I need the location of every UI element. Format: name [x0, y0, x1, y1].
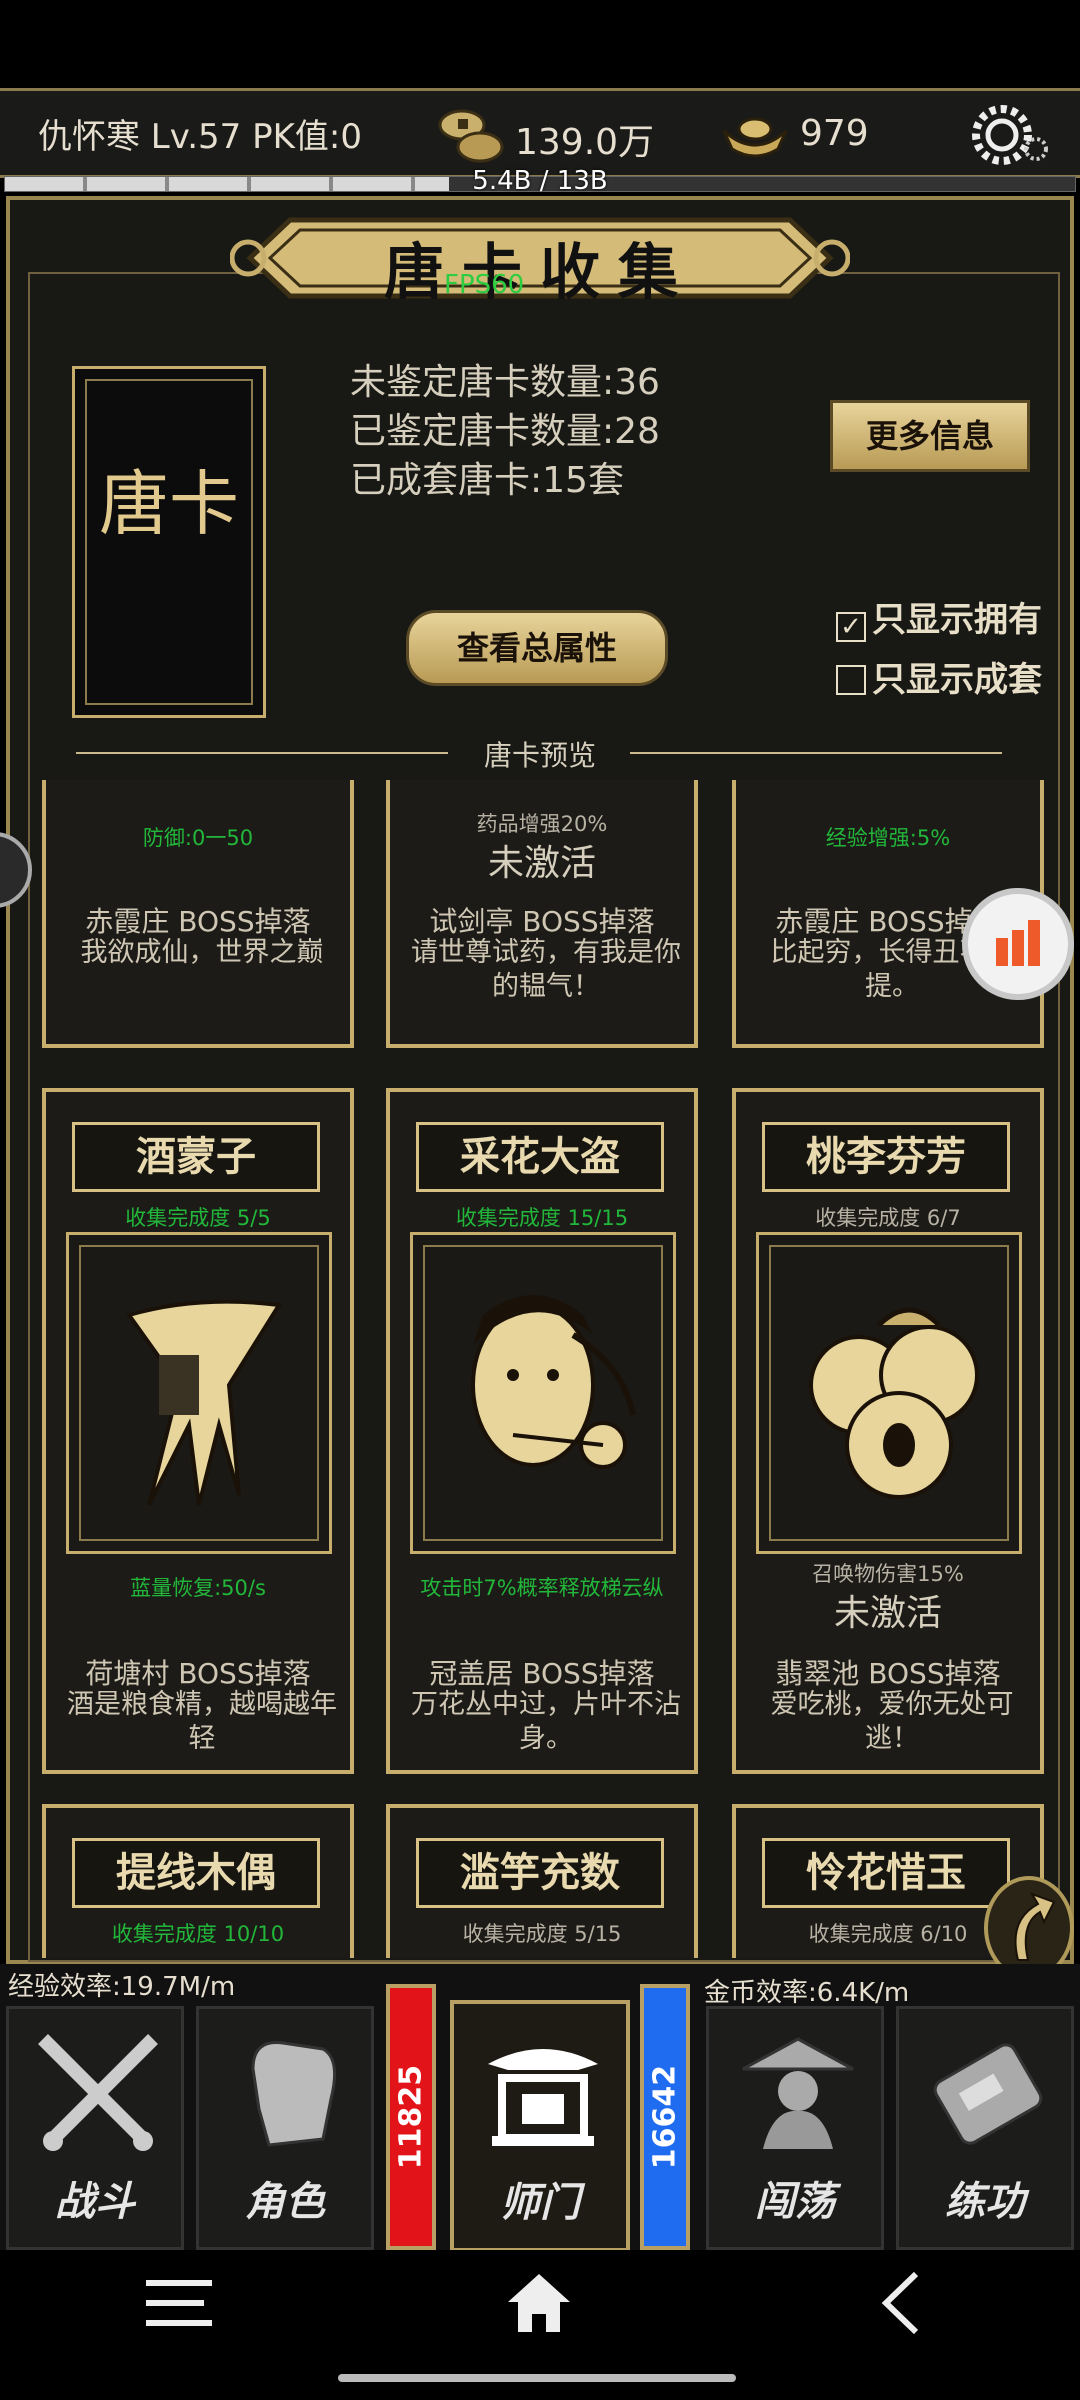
checkbox-checked-icon[interactable]: ✓ [836, 612, 866, 642]
nav-sect[interactable]: 师门 [450, 2000, 630, 2252]
nav-sect-label: 师门 [500, 2179, 580, 2226]
card-source: 荷塘村 BOSS掉落 [85, 1657, 311, 1690]
crossed-swords-icon [38, 2034, 158, 2151]
ingot-amount: 979 [800, 113, 869, 154]
preview-label: 唐卡预览 [483, 739, 596, 772]
coin-amount: 139.0万 [515, 122, 655, 163]
unidentified-count: 未鉴定唐卡数量:36 [350, 362, 660, 403]
hp-value: 11825 [393, 2064, 429, 2170]
card-progress: 收集完成度 10/10 [111, 1922, 285, 1946]
card-desc: 万花丛中过，片叶不沾身。 [411, 1689, 681, 1754]
identified-count: 已鉴定唐卡数量:28 [350, 411, 660, 452]
nav-train[interactable]: 练功 [896, 2006, 1074, 2250]
nav-train-label: 练功 [945, 2178, 1025, 2225]
collection-stats: 未鉴定唐卡数量:36 已鉴定唐卡数量:28 已成套唐卡:15套 [350, 358, 660, 505]
gesture-bar[interactable] [338, 2374, 736, 2382]
nav-roam-label: 闯荡 [755, 2178, 835, 2225]
more-info-button[interactable]: 更多信息 [830, 400, 1030, 472]
nav-role-label: 角色 [245, 2178, 325, 2225]
card-progress: 收集完成度 15/15 [455, 1206, 629, 1230]
filter-only-sets-label: 只显示成套 [872, 660, 1042, 700]
card-effect: 攻击时7%概率释放梯云纵 [420, 1576, 664, 1600]
card-title: 酒蒙子 [72, 1122, 320, 1192]
card-item[interactable]: 提线木偶 收集完成度 10/10 [42, 1804, 354, 1958]
card-desc: 爱吃桃，爱你无处可逃！ [770, 1689, 1014, 1754]
fist-icon [251, 2041, 337, 2147]
page-title: 唐卡收集 [384, 238, 696, 308]
nav-battle[interactable]: 战斗 [6, 2006, 184, 2250]
card-item[interactable]: 桃李芬芳 收集完成度 6/7 召唤物伤害15% 未激活 翡翠池 BOSS掉落 爱… [732, 1088, 1044, 1774]
peaches-art [809, 1307, 979, 1499]
card-item[interactable]: 防御:0一50 赤霞庄 BOSS掉落 我欲成仙，世界之巅 [42, 780, 354, 1048]
card-title: 桃李芬芳 [762, 1122, 1010, 1192]
card-title: 提线木偶 [72, 1838, 320, 1908]
card-art-frame [410, 1232, 676, 1554]
fps-counter: FPS60 [444, 270, 525, 300]
card-source: 试剑亭 BOSS掉落 [429, 905, 655, 938]
wine-vessel-art [125, 1299, 283, 1506]
back-icon[interactable] [876, 2270, 926, 2336]
card-source: 翡翠池 BOSS掉落 [775, 1657, 1001, 1690]
card-title: 采花大盗 [416, 1122, 664, 1192]
card-desc: 请世尊试药，有我是你的韫气！ [411, 937, 681, 1002]
card-inactive: 未激活 [487, 843, 596, 884]
nav-role[interactable]: 角色 [196, 2006, 374, 2250]
view-total-attributes-button[interactable]: 查看总属性 [406, 610, 668, 686]
deck-label: 唐卡 [99, 463, 239, 545]
checkbox-empty-icon[interactable] [836, 665, 866, 695]
filter-only-sets[interactable]: 只显示成套 [836, 652, 1042, 701]
card-desc: 酒是粮食精，越喝越年轻 [67, 1689, 337, 1754]
filter-only-owned-label: 只显示拥有 [872, 600, 1042, 640]
wanderer-hat-icon [742, 2037, 854, 2149]
status-bar [0, 0, 1080, 88]
card-progress: 收集完成度 5/15 [462, 1922, 622, 1946]
home-icon[interactable] [506, 2270, 572, 2336]
nav-battle-label: 战斗 [55, 2178, 135, 2225]
card-progress: 收集完成度 5/5 [125, 1206, 271, 1230]
mp-bar: 16642 [640, 1984, 690, 2250]
gold-efficiency: 金币效率:6.4K/m [704, 1978, 910, 2008]
card-item[interactable]: 酒蒙子 收集完成度 5/5 蓝量恢复:50/s 荷塘村 BOSS掉落 酒是粮食精… [42, 1088, 354, 1774]
card-item[interactable]: 药品增强20% 未激活 试剑亭 BOSS掉落 请世尊试药，有我是你的韫气！ [386, 780, 698, 1048]
card-inactive: 未激活 [833, 1593, 942, 1634]
top-hud: 仇怀寒 Lv.57 PK值:0 139.0万 979 [0, 88, 1080, 178]
card-item[interactable]: 滥竽充数 收集完成度 5/15 [386, 1804, 698, 1958]
card-art-frame [66, 1232, 332, 1554]
card-title: 滥竽充数 [416, 1838, 664, 1908]
card-source: 赤霞庄 BOSS掉落 [85, 905, 311, 938]
card-item[interactable]: 采花大盗 收集完成度 15/15 攻击时7%概率释放梯云纵 冠盖居 BOSS掉落… [386, 1088, 698, 1774]
card-source: 冠盖居 BOSS掉落 [429, 1657, 655, 1690]
gold-ingot-icon [722, 117, 788, 158]
card-effect: 蓝量恢复:50/s [130, 1576, 266, 1600]
player-info: 仇怀寒 Lv.57 PK值:0 [38, 117, 362, 157]
mp-value: 16642 [647, 2064, 683, 2170]
exp-text: 5.4B / 13B [472, 166, 608, 196]
hp-bar: 11825 [386, 1984, 436, 2250]
card-effect: 防御:0一50 [142, 826, 254, 850]
card-progress: 收集完成度 6/7 [815, 1206, 961, 1230]
performance-chart-icon[interactable] [962, 888, 1074, 1000]
tangka-deck[interactable]: 唐卡 [72, 366, 266, 718]
settings-gear-icon[interactable] [968, 99, 1052, 171]
nav-roam[interactable]: 闯荡 [706, 2006, 884, 2250]
temple-icon [488, 2049, 598, 2146]
card-title: 怜花惜玉 [762, 1838, 1010, 1908]
menu-icon[interactable] [146, 2270, 212, 2336]
card-art-frame [756, 1232, 1022, 1554]
filter-only-owned[interactable]: ✓ 只显示拥有 [836, 592, 1042, 642]
coin-icon [438, 109, 504, 163]
card-desc: 我欲成仙，世界之巅 [80, 937, 324, 968]
sets-count: 已成套唐卡:15套 [350, 460, 624, 501]
exp-efficiency: 经验效率:19.7M/m [8, 1972, 236, 2002]
card-effect: 经验增强:5% [825, 826, 951, 850]
card-grid[interactable]: 防御:0一50 赤霞庄 BOSS掉落 我欲成仙，世界之巅 药品增强20% 未激活… [28, 780, 1052, 1958]
flower-thief-art [471, 1295, 636, 1469]
scroll-book-icon [933, 2043, 1043, 2145]
